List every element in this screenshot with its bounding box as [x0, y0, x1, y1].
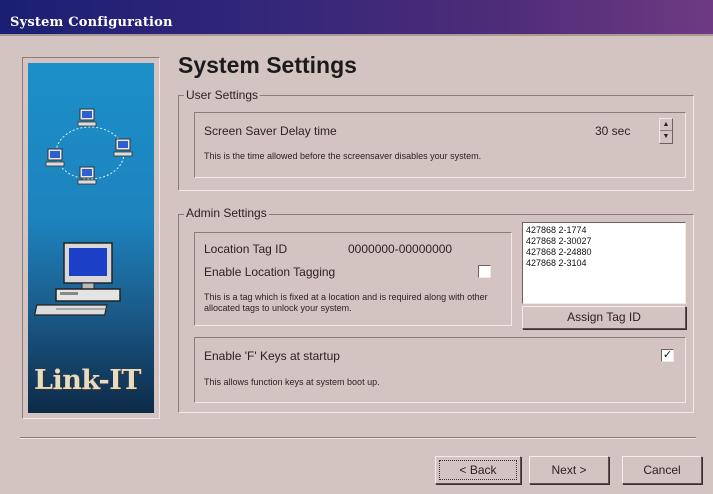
- sidebar-panel: Link-IT: [28, 63, 154, 413]
- footer-divider-highlight: [20, 438, 696, 439]
- user-settings-legend: User Settings: [184, 88, 261, 102]
- location-tag-label: Location Tag ID: [204, 242, 288, 256]
- list-item[interactable]: 427868 2-1774: [526, 225, 682, 236]
- enable-location-tagging-label: Enable Location Tagging: [204, 265, 336, 279]
- f-keys-checkbox[interactable]: ✓: [661, 349, 674, 362]
- spinner-up-icon[interactable]: ▲: [660, 119, 672, 131]
- link-it-logo: Link-IT: [34, 363, 148, 407]
- location-tag-value: 0000000-00000000: [348, 242, 453, 256]
- next-button[interactable]: Next >: [529, 456, 609, 484]
- f-keys-section: [194, 337, 686, 403]
- window-title: System Configuration: [10, 15, 173, 30]
- tag-id-list[interactable]: 427868 2-1774 427868 2-30027 427868 2-24…: [522, 222, 686, 304]
- desktop-computer-icon: [33, 242, 121, 316]
- f-keys-label: Enable 'F' Keys at startup: [204, 349, 340, 363]
- network-computers-icon: [33, 108, 133, 316]
- screen-saver-description: This is the time allowed before the scre…: [204, 151, 482, 161]
- screen-saver-value[interactable]: 30 sec: [595, 124, 630, 138]
- back-button[interactable]: < Back: [435, 456, 521, 484]
- spinner-down-icon[interactable]: ▼: [660, 131, 672, 143]
- brand-name: Link-IT: [34, 365, 141, 396]
- admin-settings-legend: Admin Settings: [184, 206, 269, 220]
- cancel-button[interactable]: Cancel: [622, 456, 702, 484]
- screen-saver-label: Screen Saver Delay time: [204, 124, 337, 138]
- page-title: System Settings: [178, 52, 357, 78]
- list-item[interactable]: 427868 2-24880: [526, 247, 682, 258]
- location-tag-description: This is a tag which is fixed at a locati…: [204, 292, 488, 313]
- enable-location-tagging-checkbox[interactable]: [478, 265, 491, 278]
- f-keys-description: This allows function keys at system boot…: [204, 377, 380, 387]
- title-bar[interactable]: System Configuration: [0, 0, 713, 36]
- list-item[interactable]: 427868 2-3104: [526, 258, 682, 269]
- screen-saver-spinner[interactable]: ▲ ▼: [659, 118, 673, 144]
- screen-saver-section: [194, 112, 686, 178]
- list-item[interactable]: 427868 2-30027: [526, 236, 682, 247]
- assign-tag-id-button[interactable]: Assign Tag ID: [522, 306, 686, 329]
